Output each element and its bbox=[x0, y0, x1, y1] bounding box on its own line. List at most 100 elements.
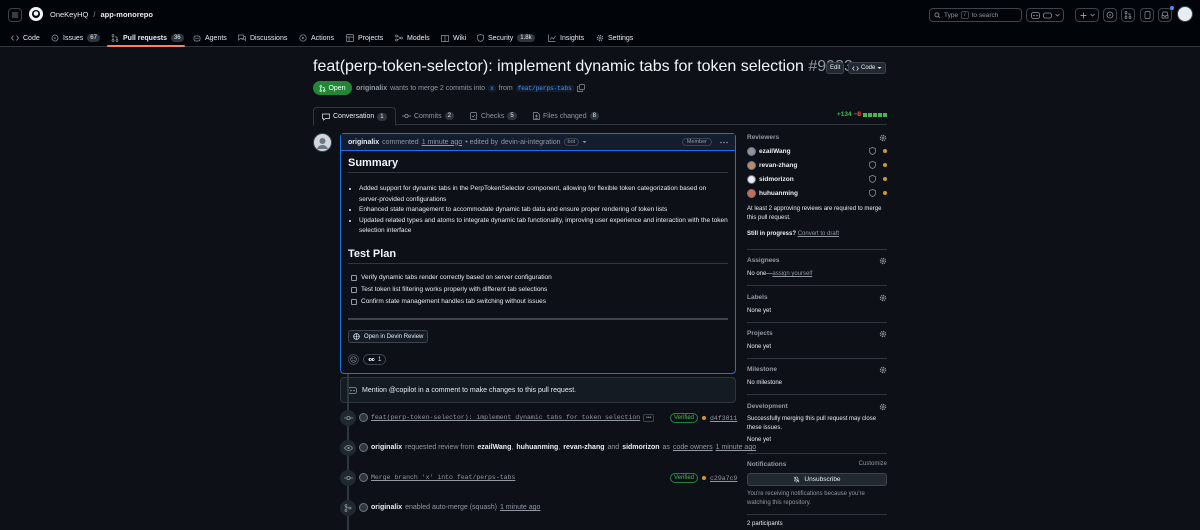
automerge-time[interactable]: 1 minute ago bbox=[500, 504, 540, 511]
tab-code[interactable]: Code bbox=[11, 29, 40, 47]
labels-title[interactable]: Labels bbox=[747, 294, 887, 301]
pending-status-dot[interactable] bbox=[702, 416, 707, 420]
notifications-button[interactable] bbox=[1158, 8, 1172, 22]
search-input[interactable]: Type / to search bbox=[929, 8, 1022, 22]
task-checkbox[interactable] bbox=[351, 298, 357, 305]
commit-author-avatar[interactable] bbox=[359, 473, 368, 482]
gear-icon[interactable] bbox=[879, 366, 887, 374]
commit-sha-link[interactable]: c29a7c9 bbox=[710, 475, 737, 482]
tab-wiki[interactable]: Wiki bbox=[441, 29, 466, 47]
automerge-author[interactable]: originalix bbox=[371, 504, 402, 511]
comment-author-avatar[interactable] bbox=[313, 133, 332, 152]
tab-settings[interactable]: Settings bbox=[596, 29, 633, 47]
commit-author-avatar[interactable] bbox=[359, 413, 368, 422]
pr-state-badge: Open bbox=[313, 81, 352, 95]
comment-time[interactable]: 1 minute ago bbox=[422, 139, 462, 146]
automerge-author-avatar[interactable] bbox=[359, 503, 368, 512]
assignees-title[interactable]: Assignees bbox=[747, 257, 887, 264]
assignees-none: No one— bbox=[747, 271, 773, 277]
commit-message-link[interactable]: Merge branch 'x' into feat/perps-tabs bbox=[371, 474, 515, 481]
code-label: Code bbox=[861, 65, 876, 71]
tab-insights[interactable]: Insights bbox=[548, 29, 584, 47]
review-requester-avatar[interactable] bbox=[359, 443, 368, 452]
base-branch[interactable]: x bbox=[488, 84, 496, 92]
task-checkbox[interactable] bbox=[351, 274, 357, 281]
comment-author[interactable]: originalix bbox=[348, 139, 379, 146]
menu-button[interactable] bbox=[8, 8, 22, 22]
assign-yourself-link[interactable]: assign yourself bbox=[772, 271, 812, 277]
gear-icon[interactable] bbox=[879, 134, 887, 142]
tab-checks[interactable]: Checks 5 bbox=[470, 107, 517, 125]
create-new-button[interactable] bbox=[1075, 8, 1099, 22]
breadcrumb-separator: / bbox=[93, 10, 96, 19]
tab-projects[interactable]: Projects bbox=[346, 29, 383, 47]
reviewer-name[interactable]: sidmorizon bbox=[759, 176, 794, 183]
tab-issues[interactable]: Issues 67 bbox=[51, 29, 100, 47]
reviewer-link[interactable]: revan-zhang bbox=[563, 444, 604, 451]
commit-sha-link[interactable]: d4f3811 bbox=[710, 415, 737, 422]
reviewer-link[interactable]: sidmorizon bbox=[622, 444, 659, 451]
github-logo-icon[interactable] bbox=[29, 7, 43, 21]
tab-agents[interactable]: Agents bbox=[193, 29, 227, 47]
milestone-title[interactable]: Milestone bbox=[747, 366, 887, 373]
tab-files-changed[interactable]: Files changed 8 bbox=[533, 107, 599, 125]
org-link[interactable]: OneKeyHQ bbox=[50, 10, 88, 19]
tab-discussions[interactable]: Discussions bbox=[238, 29, 287, 47]
pending-status-dot[interactable] bbox=[702, 476, 707, 480]
repositories-shortcut-button[interactable] bbox=[1140, 8, 1154, 22]
open-in-devin-button[interactable]: Open in Devin Review bbox=[348, 330, 429, 343]
gear-icon[interactable] bbox=[879, 403, 887, 411]
tab-discussions-label: Discussions bbox=[250, 34, 288, 42]
code-dropdown-button[interactable]: Code bbox=[848, 62, 887, 74]
head-branch[interactable]: feat/perps-tabs bbox=[515, 84, 574, 92]
review-requester[interactable]: originalix bbox=[371, 444, 402, 451]
tab-models[interactable]: Models bbox=[395, 29, 430, 47]
tab-actions[interactable]: Actions bbox=[299, 29, 334, 47]
code-owners-link[interactable]: code owners bbox=[673, 444, 713, 451]
expand-commit-button[interactable]: ••• bbox=[643, 413, 655, 422]
reviewer-name[interactable]: revan-zhang bbox=[759, 162, 797, 169]
pr-author-link[interactable]: originalix bbox=[356, 85, 387, 92]
repo-link[interactable]: app-monorepo bbox=[100, 10, 153, 19]
sidebar-divider bbox=[747, 285, 887, 286]
copy-icon[interactable] bbox=[576, 84, 585, 92]
kebab-horizontal-icon[interactable] bbox=[720, 141, 728, 144]
gear-icon[interactable] bbox=[879, 257, 887, 265]
edit-title-button[interactable]: Edit bbox=[826, 62, 845, 74]
reviewer-row[interactable]: revan-zhang bbox=[747, 158, 887, 172]
development-title[interactable]: Development bbox=[747, 403, 887, 410]
tab-security[interactable]: Security 1.8k bbox=[477, 29, 535, 47]
reviewer-link[interactable]: huhuanming bbox=[516, 444, 558, 451]
reviewer-link[interactable]: ezailWang bbox=[477, 444, 511, 451]
tab-commits[interactable]: Commits 2 bbox=[402, 107, 454, 125]
review-request-time[interactable]: 1 minute ago bbox=[716, 444, 756, 451]
copilot-button[interactable] bbox=[1026, 8, 1064, 22]
projects-title[interactable]: Projects bbox=[747, 330, 887, 337]
customize-link[interactable]: Customize bbox=[859, 461, 887, 467]
reviewer-row[interactable]: huhuanming bbox=[747, 186, 887, 200]
gear-icon[interactable] bbox=[879, 330, 887, 338]
gear-icon[interactable] bbox=[879, 294, 887, 302]
reviewer-name[interactable]: ezailWang bbox=[759, 148, 791, 155]
reviewer-row[interactable]: ezailWang bbox=[747, 144, 887, 158]
reviewer-row[interactable]: sidmorizon bbox=[747, 172, 887, 186]
user-avatar[interactable] bbox=[1177, 6, 1193, 22]
add-reaction-button[interactable] bbox=[348, 354, 359, 365]
shield-icon bbox=[869, 161, 876, 169]
checks-counter: 5 bbox=[507, 112, 517, 120]
tab-conversation[interactable]: Conversation 1 bbox=[313, 107, 396, 126]
pull-requests-shortcut-button[interactable] bbox=[1121, 8, 1135, 22]
convert-to-draft-link[interactable]: Convert to draft bbox=[798, 231, 839, 237]
issues-shortcut-button[interactable] bbox=[1103, 8, 1117, 22]
verified-badge[interactable]: Verified bbox=[670, 473, 699, 483]
comment-editor[interactable]: devin-ai-integration bbox=[501, 139, 561, 146]
task-checkbox[interactable] bbox=[351, 286, 357, 293]
commit-message-link[interactable]: feat(perp-token-selector): implement dyn… bbox=[371, 414, 640, 421]
comment-header: originalix commented 1 minute ago • edit… bbox=[341, 134, 735, 151]
chevron-down-icon[interactable] bbox=[582, 140, 587, 144]
unsubscribe-button[interactable]: Unsubscribe bbox=[747, 473, 887, 486]
reaction-eyes-button[interactable]: 1 bbox=[363, 354, 387, 365]
verified-badge[interactable]: Verified bbox=[670, 413, 699, 423]
reviewer-name[interactable]: huhuanming bbox=[759, 190, 798, 197]
models-icon bbox=[395, 34, 403, 42]
